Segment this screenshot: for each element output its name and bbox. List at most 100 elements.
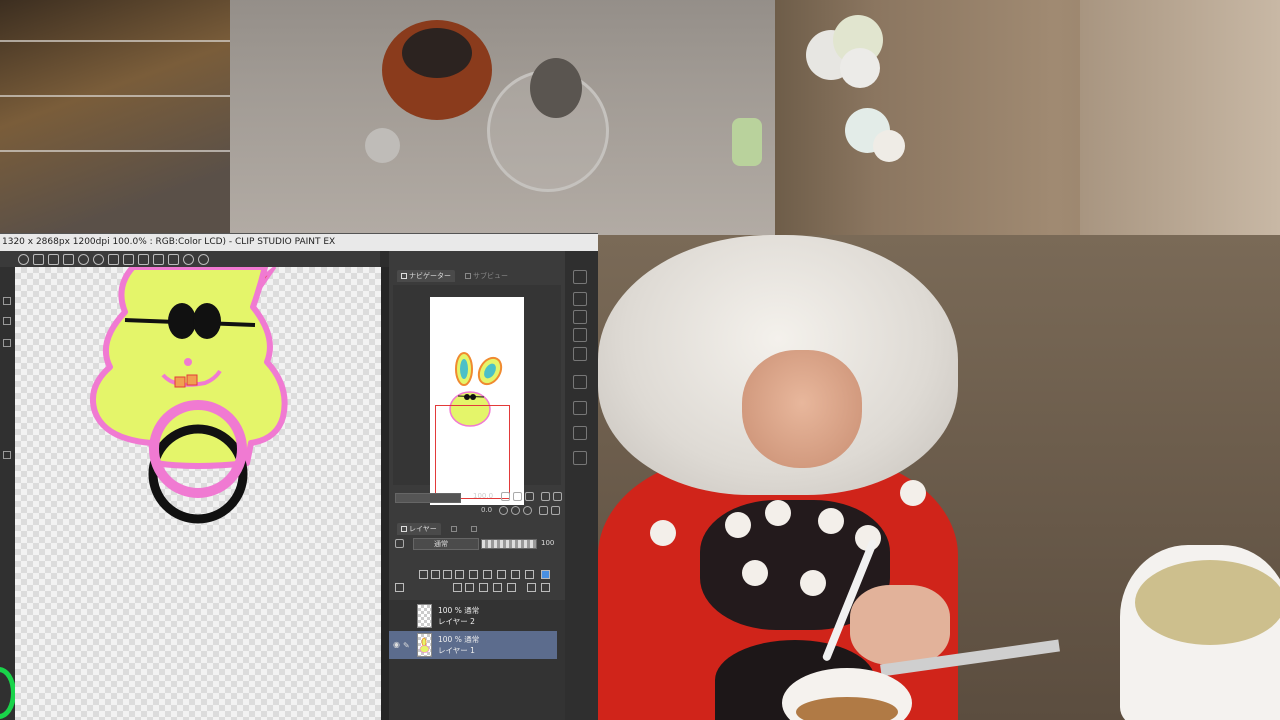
right-eye xyxy=(193,303,221,339)
delete-layer-icon[interactable] xyxy=(541,583,550,592)
panel-icon[interactable] xyxy=(573,426,587,440)
flip-icon[interactable] xyxy=(541,492,550,501)
right-panel: ナビゲーター サブビュー 100.0 0.0 レイヤー 通常 100 100 %… xyxy=(389,251,565,720)
bunny-head xyxy=(89,267,288,469)
blend-mode-select[interactable]: 通常 xyxy=(413,538,479,550)
mask-icon[interactable] xyxy=(527,583,536,592)
transform-icon[interactable] xyxy=(138,253,149,265)
wall-decor xyxy=(840,48,880,88)
grid-icon[interactable] xyxy=(539,506,548,515)
layer-toolbar xyxy=(389,569,565,597)
search-icon xyxy=(470,526,477,532)
new-vector-layer-icon[interactable] xyxy=(465,583,474,592)
edit-icon: ✎ xyxy=(403,640,410,650)
tablet-icon[interactable] xyxy=(18,253,29,265)
visibility-icon[interactable] xyxy=(393,611,403,621)
redo-icon[interactable] xyxy=(93,253,104,265)
tooth-left xyxy=(174,376,186,388)
tab-subview[interactable]: サブビュー xyxy=(461,270,512,282)
panel-icon[interactable] xyxy=(573,310,587,324)
panel-icon[interactable] xyxy=(573,451,587,465)
zoom-value: 100.0 xyxy=(473,492,494,500)
fit-icon[interactable] xyxy=(525,492,534,501)
tab-layer-search[interactable] xyxy=(467,523,481,535)
reset-rotation-icon[interactable] xyxy=(523,506,532,515)
zoom-in-icon[interactable] xyxy=(501,492,510,501)
panel-icon[interactable] xyxy=(573,375,587,389)
rotate-left-icon[interactable] xyxy=(499,506,508,515)
select-icon[interactable] xyxy=(153,253,164,265)
kitchen-shelf xyxy=(0,0,230,235)
kitchen-timer xyxy=(732,118,762,166)
tool-icon[interactable] xyxy=(3,317,11,325)
layer-text: 100 % 通常 レイヤー 2 xyxy=(438,605,479,627)
tool-icon[interactable] xyxy=(3,297,11,305)
navigator-view-frame[interactable] xyxy=(435,405,510,499)
hand xyxy=(850,585,950,665)
new-folder-icon[interactable] xyxy=(479,583,488,592)
open-icon[interactable] xyxy=(48,253,59,265)
left-eye xyxy=(168,303,196,339)
undo-icon[interactable] xyxy=(78,253,89,265)
new-file-icon[interactable] xyxy=(33,253,44,265)
navigator-preview[interactable] xyxy=(393,285,561,505)
panel-icon-strip xyxy=(565,251,598,720)
layer-mode: 100 % 通常 xyxy=(438,635,480,644)
panel-icon[interactable] xyxy=(573,347,587,361)
clip-studio-window: 1320 x 2868px 1200dpi 100.0% : RGB:Color… xyxy=(0,233,598,720)
panel-icon[interactable] xyxy=(573,328,587,342)
layer-tool-icon[interactable] xyxy=(419,570,428,579)
color-layer-icon[interactable] xyxy=(541,570,550,579)
zoom-tool-icon[interactable] xyxy=(3,451,11,459)
person-face-front xyxy=(742,350,862,468)
green-ring-overlay xyxy=(0,667,16,719)
lock-icon[interactable] xyxy=(455,570,464,579)
bowl-soup xyxy=(796,697,898,720)
layer-row-1[interactable]: ◉ ✎ 100 % 通常 レイヤー 1 xyxy=(389,631,557,659)
visibility-icon[interactable]: ◉ xyxy=(393,640,403,650)
drawing-canvas[interactable] xyxy=(15,267,381,720)
help-icon[interactable] xyxy=(183,253,194,265)
layer-tool-icon[interactable] xyxy=(511,570,520,579)
settings-icon[interactable] xyxy=(198,253,209,265)
tool-strip xyxy=(0,267,16,720)
layer-tool-icon[interactable] xyxy=(525,570,534,579)
opacity-slider[interactable] xyxy=(481,539,537,549)
layer-tool-icon[interactable] xyxy=(483,570,492,579)
navigator-icon xyxy=(401,273,407,279)
tool-icon[interactable] xyxy=(3,339,11,347)
layer-tool-icon[interactable] xyxy=(469,570,478,579)
panel-icon[interactable] xyxy=(573,270,587,284)
bunny-drawing xyxy=(89,267,288,524)
subview-icon xyxy=(465,273,471,279)
zoom-out-icon[interactable] xyxy=(513,492,522,501)
panel-icon[interactable] xyxy=(573,401,587,415)
save-icon[interactable] xyxy=(63,253,74,265)
tab-layer-property[interactable] xyxy=(447,523,461,535)
hanging-pan-inner xyxy=(402,28,472,78)
merge-icon[interactable] xyxy=(493,583,502,592)
layer-text: 100 % 通常 レイヤー 1 xyxy=(438,634,479,656)
rotate-right-icon[interactable] xyxy=(511,506,520,515)
flip-vertical-icon[interactable] xyxy=(553,492,562,501)
layer-mode: 100 % 通常 xyxy=(438,606,480,615)
copy-layer-icon[interactable] xyxy=(507,583,516,592)
zoom-slider[interactable] xyxy=(395,493,461,503)
tab-layer[interactable]: レイヤー xyxy=(397,523,441,535)
layer-row-2[interactable]: 100 % 通常 レイヤー 2 xyxy=(389,602,557,630)
ruler-icon[interactable] xyxy=(168,253,179,265)
layer-list-icon[interactable] xyxy=(395,583,404,592)
panel-icon[interactable] xyxy=(573,292,587,306)
fill-icon[interactable] xyxy=(123,253,134,265)
new-layer-icon[interactable] xyxy=(453,583,462,592)
clear-icon[interactable] xyxy=(108,253,119,265)
wall-decor xyxy=(873,130,905,162)
lock-transparent-icon[interactable] xyxy=(395,539,404,548)
tab-navigator[interactable]: ナビゲーター xyxy=(397,270,455,282)
layer-icon xyxy=(401,526,407,532)
mirror-icon[interactable] xyxy=(551,506,560,515)
command-bar xyxy=(0,251,380,267)
layer-tool-icon[interactable] xyxy=(443,570,452,579)
layer-tool-icon[interactable] xyxy=(497,570,506,579)
layer-tool-icon[interactable] xyxy=(431,570,440,579)
